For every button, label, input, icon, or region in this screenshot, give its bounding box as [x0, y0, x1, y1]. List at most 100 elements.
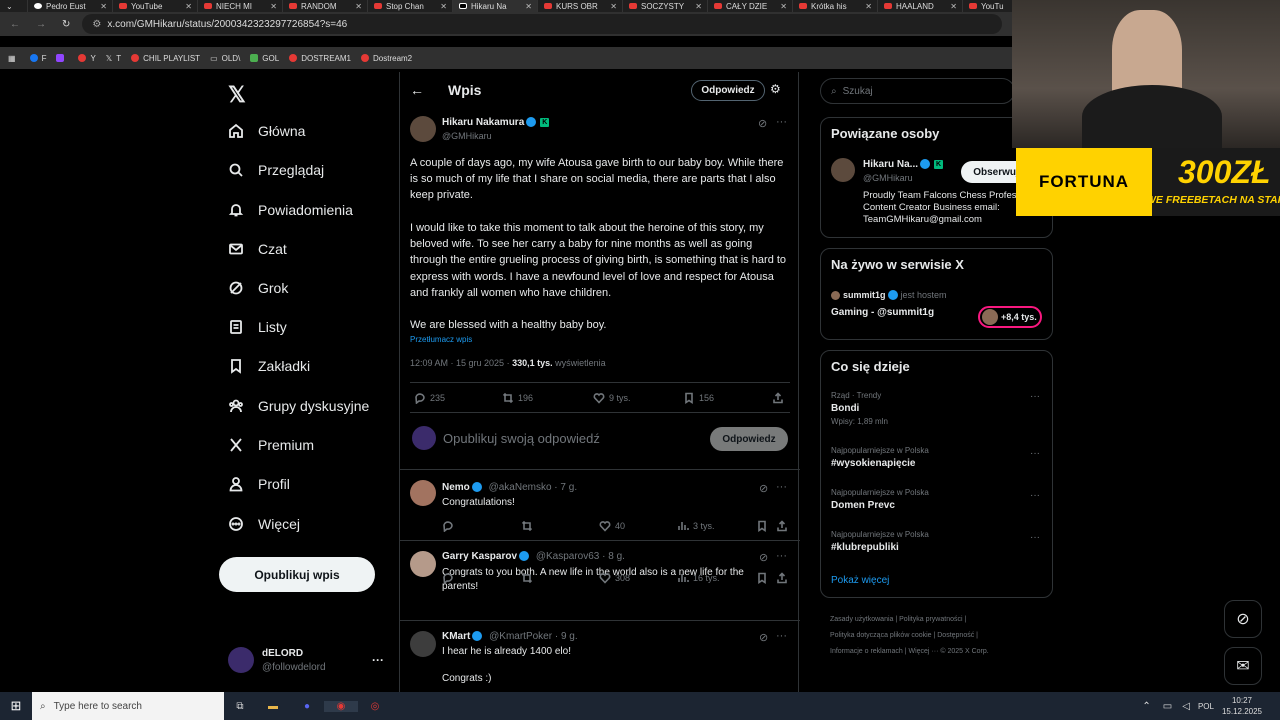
sidebar-item-explore[interactable]: Przeglądaj: [228, 160, 324, 180]
sidebar-item-lists[interactable]: Listy: [228, 317, 287, 337]
grok-icon[interactable]: ⊘: [759, 482, 768, 495]
bookmark-item[interactable]: [56, 54, 68, 62]
repost-action[interactable]: [521, 520, 537, 532]
close-icon[interactable]: ✕: [865, 2, 872, 11]
reply-submit-button[interactable]: Odpowiedz: [710, 427, 788, 451]
like-action[interactable]: 308: [599, 572, 630, 584]
sidebar-item-communities[interactable]: Grupy dyskusyjne: [228, 396, 369, 416]
reply-author-name[interactable]: KMart: [442, 631, 470, 642]
task-view-icon[interactable]: ⧉: [224, 701, 256, 712]
site-info-icon[interactable]: ⚙: [92, 19, 101, 30]
more-dots-icon[interactable]: ···: [1030, 490, 1040, 501]
close-icon[interactable]: ✕: [270, 2, 277, 11]
browser-tab-active[interactable]: Hikaru Na ✕: [453, 0, 538, 12]
app-icon[interactable]: ◎: [358, 701, 392, 712]
chevron-up-icon[interactable]: ⌃: [1142, 701, 1150, 712]
bookmark-action[interactable]: [756, 520, 772, 532]
sidebar-item-home[interactable]: Główna: [228, 121, 305, 141]
reply-author-name[interactable]: Garry Kasparov: [442, 551, 517, 562]
post-author-name[interactable]: Hikaru Nakamura: [442, 117, 524, 128]
reply-composer-input[interactable]: Opublikuj swoją odpowiedź: [443, 431, 600, 446]
footer-line[interactable]: Informacje o reklamach | Więcej ··· © 20…: [830, 644, 989, 660]
header-reply-button[interactable]: Odpowiedz: [691, 80, 765, 101]
share-action[interactable]: [776, 520, 792, 532]
settings-sliders-icon[interactable]: ⚙: [770, 82, 781, 96]
sidebar-item-more[interactable]: Więcej: [228, 514, 300, 534]
close-icon[interactable]: ✕: [780, 2, 787, 11]
browser-tab[interactable]: NIECH MI ✕: [198, 0, 283, 12]
clock[interactable]: 10:27 15.12.2025: [1222, 695, 1262, 717]
repost-action[interactable]: 196: [502, 392, 533, 404]
browser-tab[interactable]: Stop Chan ✕: [368, 0, 453, 12]
discord-icon[interactable]: ●: [290, 701, 324, 712]
post-button[interactable]: Opublikuj wpis: [219, 557, 375, 592]
bookmark-item[interactable]: DOSTREAM1: [289, 54, 351, 63]
more-dots-icon[interactable]: ···: [372, 653, 384, 667]
sidebar-item-grok[interactable]: Grok: [228, 278, 288, 298]
bookmark-action[interactable]: [756, 572, 772, 584]
avatar[interactable]: [228, 647, 254, 673]
back-arrow-icon[interactable]: ←: [410, 82, 424, 98]
related-handle[interactable]: @GMHikaru: [863, 173, 913, 183]
close-icon[interactable]: ✕: [950, 2, 957, 11]
browser-tab[interactable]: RANDOM ✕: [283, 0, 368, 12]
post-timestamp[interactable]: 12:09 AM · 15 gru 2025 ·: [410, 358, 512, 368]
sidebar-item-profile[interactable]: Profil: [228, 474, 290, 494]
browser-tab[interactable]: YouTube ✕: [113, 0, 198, 12]
more-dots-icon[interactable]: ···: [776, 630, 787, 642]
trend-item[interactable]: Najpopularniejsze w Polska #wysokienapięc…: [831, 446, 929, 469]
back-arrow-icon[interactable]: ←: [10, 19, 20, 30]
close-icon[interactable]: ✕: [440, 2, 447, 11]
reply-item[interactable]: KMart @KmartPoker · 9 g. ⊘ ··· I hear he…: [400, 620, 800, 692]
post-author-handle[interactable]: @GMHikaru: [442, 131, 492, 141]
bookmark-item[interactable]: ▭ OLD\: [210, 54, 240, 63]
reply-author-name[interactable]: Nemo: [442, 482, 470, 493]
search-input[interactable]: ⌕ Szukaj: [820, 78, 1015, 104]
bookmark-item[interactable]: 𝕏T: [106, 54, 121, 63]
sidebar-item-chat[interactable]: Czat: [228, 239, 287, 259]
bookmark-item[interactable]: F: [29, 54, 46, 63]
share-action[interactable]: [776, 572, 792, 584]
chrome-icon[interactable]: ◉: [324, 700, 358, 712]
grok-icon[interactable]: ⊘: [758, 117, 767, 130]
volume-icon[interactable]: ◁: [1182, 701, 1190, 712]
views-action[interactable]: 16 tys.: [677, 572, 720, 584]
reply-item[interactable]: Nemo @akaNemsko · 7 g. ⊘ ··· Congratulat…: [400, 469, 800, 540]
browser-tab[interactable]: Pedro Eust ✕: [28, 0, 113, 12]
like-action[interactable]: 9 tys.: [593, 392, 631, 404]
live-listeners-badge[interactable]: +8,4 tys.: [978, 306, 1042, 328]
reply-action[interactable]: [442, 520, 458, 532]
reply-item[interactable]: Garry Kasparov @Kasparov63 · 8 g. ⊘ ··· …: [400, 540, 800, 620]
bookmark-item[interactable]: GOL: [250, 54, 279, 63]
windows-start-icon[interactable]: ⊞: [0, 692, 32, 720]
grok-icon[interactable]: ⊘: [759, 551, 768, 564]
grok-float-icon[interactable]: ⊘: [1224, 600, 1262, 638]
reply-handle-time[interactable]: @Kasparov63 · 8 g.: [536, 551, 625, 562]
browser-tab[interactable]: SOCZYSTY ✕: [623, 0, 708, 12]
translate-link[interactable]: Przetłumacz wpis: [410, 335, 472, 344]
more-dots-icon[interactable]: ···: [776, 481, 787, 493]
reply-action[interactable]: [442, 572, 458, 584]
reload-icon[interactable]: ↻: [62, 19, 70, 30]
close-icon[interactable]: ✕: [695, 2, 702, 11]
live-host-row[interactable]: summit1g jest hostem: [831, 290, 947, 300]
url-field[interactable]: ⚙ x.com/GMHikaru/status/2000342323297726…: [82, 14, 1003, 34]
more-dots-icon[interactable]: ···: [1030, 448, 1040, 459]
tab-menu-button[interactable]: ⌄: [0, 0, 28, 12]
avatar[interactable]: [831, 158, 855, 182]
avatar[interactable]: [410, 116, 436, 142]
network-icon[interactable]: ▭: [1163, 701, 1172, 712]
more-dots-icon[interactable]: ···: [776, 550, 787, 562]
browser-tab[interactable]: HAALAND ✕: [878, 0, 963, 12]
file-explorer-icon[interactable]: ▬: [256, 701, 290, 712]
live-text[interactable]: Gaming - @summit1g: [831, 307, 934, 318]
close-icon[interactable]: ✕: [610, 2, 617, 11]
related-name[interactable]: Hikaru Na...: [863, 159, 918, 170]
like-action[interactable]: 40: [599, 520, 625, 532]
browser-tab[interactable]: Krótka his ✕: [793, 0, 878, 12]
sidebar-item-bookmarks[interactable]: Zakładki: [228, 356, 310, 376]
bookmark-item[interactable]: Y: [78, 54, 96, 63]
more-dots-icon[interactable]: ···: [1030, 391, 1040, 402]
reply-handle-time[interactable]: @KmartPoker · 9 g.: [489, 631, 578, 642]
taskbar-search-input[interactable]: ⌕ Type here to search: [32, 692, 224, 720]
